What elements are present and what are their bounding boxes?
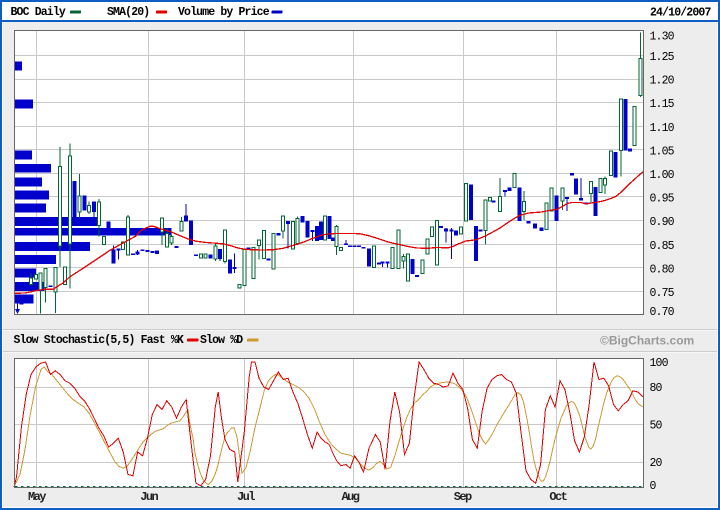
svg-text:Aug: Aug xyxy=(342,490,360,504)
svg-text:100: 100 xyxy=(650,357,669,370)
svg-text:Slow Stochastic(5,5) Fast %K: Slow Stochastic(5,5) Fast %K xyxy=(14,334,184,347)
svg-text:Jul: Jul xyxy=(237,490,255,504)
svg-text:1.15: 1.15 xyxy=(650,98,675,111)
svg-text:50: 50 xyxy=(650,420,663,433)
svg-text:0.85: 0.85 xyxy=(650,240,675,253)
svg-text:Oct: Oct xyxy=(549,490,567,504)
svg-text:1.20: 1.20 xyxy=(650,75,675,88)
svg-text:Volume by Price: Volume by Price xyxy=(178,6,270,19)
svg-text:SMA(20): SMA(20) xyxy=(107,6,149,19)
svg-text:0: 0 xyxy=(650,480,657,493)
svg-text:May: May xyxy=(28,490,46,504)
svg-text:20: 20 xyxy=(650,457,663,470)
svg-text:BOC Daily: BOC Daily xyxy=(11,6,66,19)
svg-text:Jun: Jun xyxy=(140,490,158,504)
svg-text:©BigCharts.com: ©BigCharts.com xyxy=(600,334,694,348)
svg-text:0.90: 0.90 xyxy=(650,216,675,229)
svg-text:80: 80 xyxy=(650,382,663,395)
svg-text:1.10: 1.10 xyxy=(650,122,675,135)
svg-text:1.05: 1.05 xyxy=(650,145,675,158)
svg-text:0.95: 0.95 xyxy=(650,193,675,206)
svg-text:Slow %D: Slow %D xyxy=(200,334,243,347)
svg-text:0.75: 0.75 xyxy=(650,287,675,300)
svg-text:Sep: Sep xyxy=(454,490,472,504)
svg-text:0.70: 0.70 xyxy=(650,306,675,319)
svg-text:1.30: 1.30 xyxy=(650,31,675,44)
svg-text:1.00: 1.00 xyxy=(650,169,675,182)
svg-text:0.80: 0.80 xyxy=(650,263,675,276)
svg-text:1.25: 1.25 xyxy=(650,51,675,64)
svg-text:24/10/2007: 24/10/2007 xyxy=(650,7,711,20)
